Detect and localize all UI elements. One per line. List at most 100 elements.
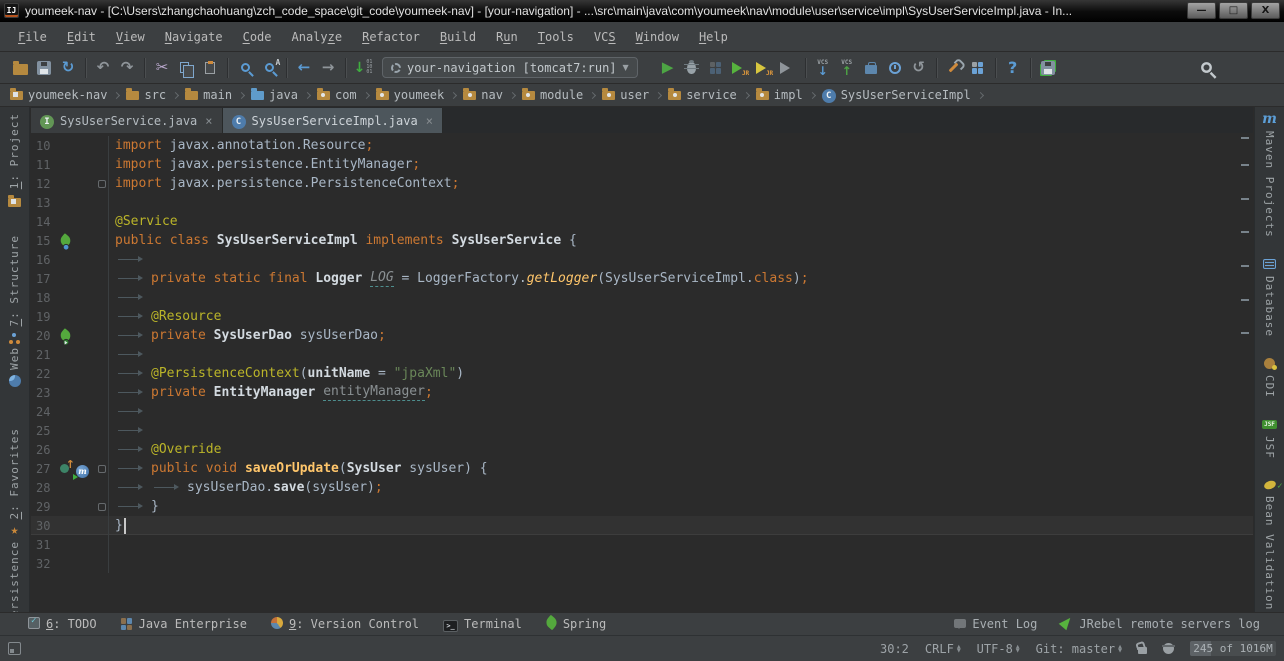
tool-button-event-log[interactable]: Event Log <box>954 614 1037 634</box>
code-line-12[interactable]: 12import javax.persistence.PersistenceCo… <box>31 174 1253 193</box>
menu-build[interactable]: Build <box>430 22 486 52</box>
code-text[interactable] <box>108 421 1253 440</box>
changes-button[interactable] <box>883 56 907 80</box>
code-line-17[interactable]: 17private static final Logger LOG = Logg… <box>31 269 1253 288</box>
cut-button[interactable]: ✂ <box>150 56 174 80</box>
save-and-sync-button[interactable] <box>1036 56 1060 80</box>
save-button[interactable] <box>32 56 56 80</box>
breadcrumb-com[interactable]: com <box>317 88 357 103</box>
code-line-21[interactable]: 21 <box>31 345 1253 364</box>
menu-view[interactable]: View <box>106 22 155 52</box>
code-line-31[interactable]: 31 <box>31 535 1253 554</box>
menu-run[interactable]: Run <box>486 22 528 52</box>
title-bar[interactable]: IJ youmeek-nav - [C:\Users\zhangchaohuan… <box>0 0 1284 22</box>
rollback-button[interactable]: ↺ <box>907 56 931 80</box>
code-line-29[interactable]: 29} <box>31 497 1253 516</box>
highlighting-level-icon[interactable] <box>1163 643 1174 654</box>
tool-button-web[interactable]: Web <box>8 347 21 388</box>
breadcrumb-youmeek[interactable]: youmeek <box>376 88 445 103</box>
copy-button[interactable] <box>174 56 198 80</box>
tool-button-6-todo[interactable]: 6: TODO <box>28 617 97 632</box>
code-text[interactable] <box>108 345 1253 364</box>
code-text[interactable] <box>108 193 1253 212</box>
menu-tools[interactable]: Tools <box>528 22 584 52</box>
tool-button-jsf[interactable]: JSFJSF <box>1262 418 1277 459</box>
code-text[interactable]: @Resource <box>108 307 1253 326</box>
lock-icon[interactable] <box>1138 647 1147 654</box>
code-text[interactable] <box>108 250 1253 269</box>
code-line-14[interactable]: 14@Service <box>31 212 1253 231</box>
code-line-30[interactable]: 30} <box>31 516 1253 535</box>
jrebel-mark-icon[interactable]: m <box>76 459 89 478</box>
menu-edit[interactable]: Edit <box>57 22 106 52</box>
code-text[interactable]: private EntityManager entityManager; <box>108 383 1253 402</box>
shelve-button[interactable] <box>859 56 883 80</box>
toolwindow-toggle-icon[interactable] <box>8 642 21 655</box>
code-line-18[interactable]: 18 <box>31 288 1253 307</box>
debug-button[interactable] <box>680 56 704 80</box>
spring-bean-icon[interactable] <box>60 231 71 250</box>
paste-button[interactable] <box>198 56 222 80</box>
code-editor[interactable]: 10import javax.annotation.Resource;11imp… <box>31 133 1253 612</box>
sync-button[interactable]: ↻ <box>56 56 80 80</box>
code-text[interactable]: } <box>108 516 1253 535</box>
code-text[interactable] <box>108 288 1253 307</box>
code-line-25[interactable]: 25 <box>31 421 1253 440</box>
tool-button-9-version-control[interactable]: 9: Version Control <box>271 617 419 632</box>
menu-refactor[interactable]: Refactor <box>352 22 430 52</box>
minimize-button[interactable]: — <box>1187 2 1216 19</box>
code-line-10[interactable]: 10import javax.annotation.Resource; <box>31 136 1253 155</box>
menu-navigate[interactable]: Navigate <box>155 22 233 52</box>
code-line-20[interactable]: 20private SysUserDao sysUserDao; <box>31 326 1253 345</box>
coverage-button[interactable] <box>704 56 728 80</box>
breadcrumb-youmeek-nav[interactable]: youmeek-nav <box>10 88 107 103</box>
menu-code[interactable]: Code <box>233 22 282 52</box>
project-structure-button[interactable] <box>966 56 990 80</box>
git-branch-selector[interactable]: Git: master <box>1036 642 1122 656</box>
code-text[interactable]: @Service <box>108 212 1253 231</box>
memory-indicator[interactable]: 245 of 1016M <box>1190 641 1276 656</box>
code-text[interactable]: } <box>108 497 1253 516</box>
spring-autowire-icon[interactable] <box>60 326 71 345</box>
code-text[interactable] <box>108 535 1253 554</box>
code-text[interactable]: @PersistenceContext(unitName = "jpaXml") <box>108 364 1253 383</box>
code-line-22[interactable]: 22@PersistenceContext(unitName = "jpaXml… <box>31 364 1253 383</box>
code-text[interactable]: private static final Logger LOG = Logger… <box>108 269 1253 288</box>
run-button[interactable]: ▶ <box>656 56 680 80</box>
vcs-update-button[interactable]: VCS↓ <box>811 56 835 80</box>
back-button[interactable]: ← <box>292 56 316 80</box>
jrebel-remote-button[interactable] <box>776 56 800 80</box>
open-folder-button[interactable] <box>8 56 32 80</box>
close-button[interactable]: X <box>1251 2 1280 19</box>
vcs-commit-button[interactable]: VCS↑ <box>835 56 859 80</box>
line-ending-selector[interactable]: CRLF <box>925 642 961 656</box>
replace-button[interactable]: A <box>257 56 281 80</box>
fold-marker-icon[interactable] <box>98 503 106 511</box>
breadcrumb-user[interactable]: user <box>602 88 649 103</box>
breadcrumb-module[interactable]: module <box>522 88 583 103</box>
tool-button-2-favorites[interactable]: 2: Favorites★ <box>8 428 21 537</box>
encoding-selector[interactable]: UTF-8 <box>977 642 1020 656</box>
close-icon[interactable]: × <box>426 114 433 128</box>
editor-tab-sysuserserviceimpl-java[interactable]: CSysUserServiceImpl.java× <box>223 108 443 133</box>
fold-region[interactable] <box>95 465 108 473</box>
code-text[interactable]: public class SysUserServiceImpl implemen… <box>108 231 1253 250</box>
breadcrumb-main[interactable]: main <box>185 88 232 103</box>
menu-vcs[interactable]: VCS <box>584 22 626 52</box>
code-line-11[interactable]: 11import javax.persistence.EntityManager… <box>31 155 1253 174</box>
fold-marker-icon[interactable] <box>98 465 106 473</box>
tool-button-java-enterprise[interactable]: Java Enterprise <box>121 617 247 631</box>
code-text[interactable] <box>108 402 1253 421</box>
jrebel-debug-button[interactable]: JR <box>752 56 776 80</box>
tool-button-1-project[interactable]: 1: Project <box>8 113 21 207</box>
run-configuration-select[interactable]: your-navigation [tomcat7:run] ▼ <box>382 57 638 78</box>
settings-button[interactable] <box>942 56 966 80</box>
code-text[interactable]: @Override <box>108 440 1253 459</box>
breadcrumb-impl[interactable]: impl <box>756 88 803 103</box>
tool-button-7-structure[interactable]: 7: Structure <box>8 235 21 344</box>
close-icon[interactable]: × <box>205 114 212 128</box>
caret-position[interactable]: 30:2 <box>880 642 909 656</box>
tool-button-database[interactable]: Database <box>1263 258 1276 337</box>
update-app-button[interactable]: ↓011001 <box>351 56 375 80</box>
menu-analyze[interactable]: Analyze <box>282 22 353 52</box>
